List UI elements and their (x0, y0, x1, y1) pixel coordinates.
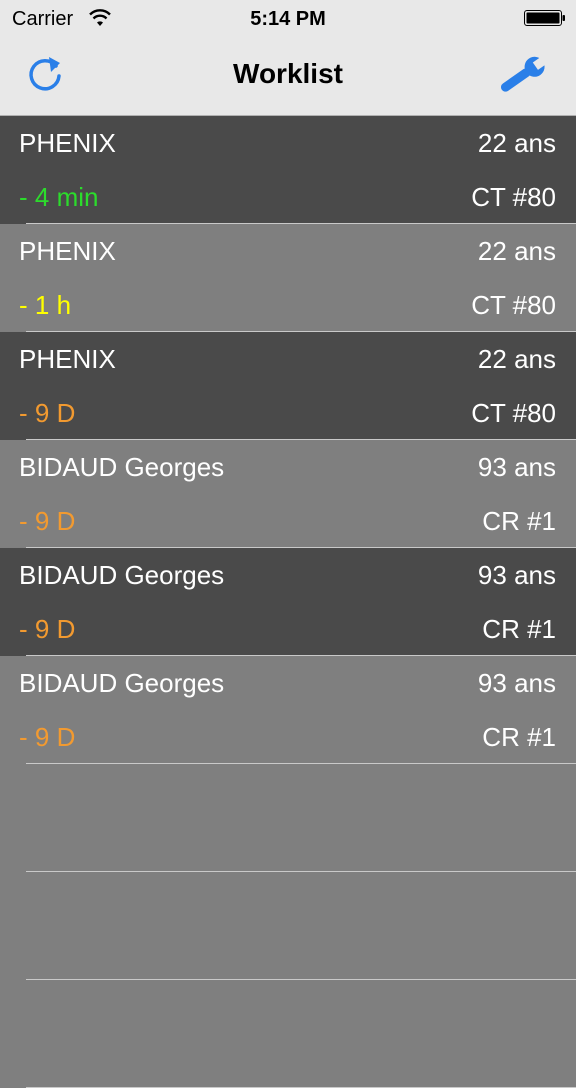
patient-age: 22 ans (477, 344, 556, 374)
worklist-row[interactable]: BIDAUD Georges 93 ans - 9 D CR #1 (0, 656, 576, 764)
empty-row (0, 872, 576, 980)
patient-age: 93 ans (477, 452, 556, 482)
empty-row (0, 764, 576, 872)
worklist-row[interactable]: BIDAUD Georges 93 ans - 9 D CR #1 (0, 548, 576, 656)
patient-name: PHENIX (19, 236, 116, 266)
wrench-icon[interactable] (494, 52, 550, 98)
page-title: Worklist (233, 58, 343, 89)
worklist-table: PHENIX 22 ans - 4 min CT #80 PHENIX 22 ans - 1… (0, 116, 576, 1088)
battery-icon (524, 10, 565, 26)
delay-label: - 4 min (19, 182, 99, 212)
exam-label: CT #80 (471, 290, 556, 320)
status-time: 5:14 PM (250, 8, 326, 30)
status-bar: Carrier 5:14 PM (0, 0, 576, 40)
patient-name: BIDAUD Georges (19, 668, 225, 698)
patient-age: 93 ans (477, 668, 556, 698)
patient-name: PHENIX (19, 344, 116, 374)
delay-label: - 9 D (19, 506, 76, 536)
patient-age: 22 ans (477, 128, 556, 158)
patient-name: BIDAUD Georges (19, 560, 225, 590)
patient-name: PHENIX (19, 128, 116, 158)
delay-label: - 9 D (19, 614, 76, 644)
exam-label: CR #1 (482, 722, 556, 752)
empty-row (0, 980, 576, 1088)
delay-label: - 9 D (19, 722, 76, 752)
patient-age: 22 ans (477, 236, 556, 266)
exam-label: CT #80 (471, 398, 556, 428)
exam-label: CT #80 (471, 182, 556, 212)
worklist-row[interactable]: PHENIX 22 ans - 4 min CT #80 (0, 116, 576, 224)
patient-name: BIDAUD Georges (19, 452, 225, 482)
worklist-row[interactable]: PHENIX 22 ans - 1 h CT #80 (0, 224, 576, 332)
delay-label: - 9 D (19, 398, 76, 428)
worklist-row[interactable]: BIDAUD Georges 93 ans - 9 D CR #1 (0, 440, 576, 548)
exam-label: CR #1 (482, 614, 556, 644)
worklist-row[interactable]: PHENIX 22 ans - 9 D CT #80 (0, 332, 576, 440)
delay-label: - 1 h (19, 290, 72, 320)
navigation-bar: Worklist (0, 40, 576, 116)
patient-age: 93 ans (477, 560, 556, 590)
exam-label: CR #1 (482, 506, 556, 536)
